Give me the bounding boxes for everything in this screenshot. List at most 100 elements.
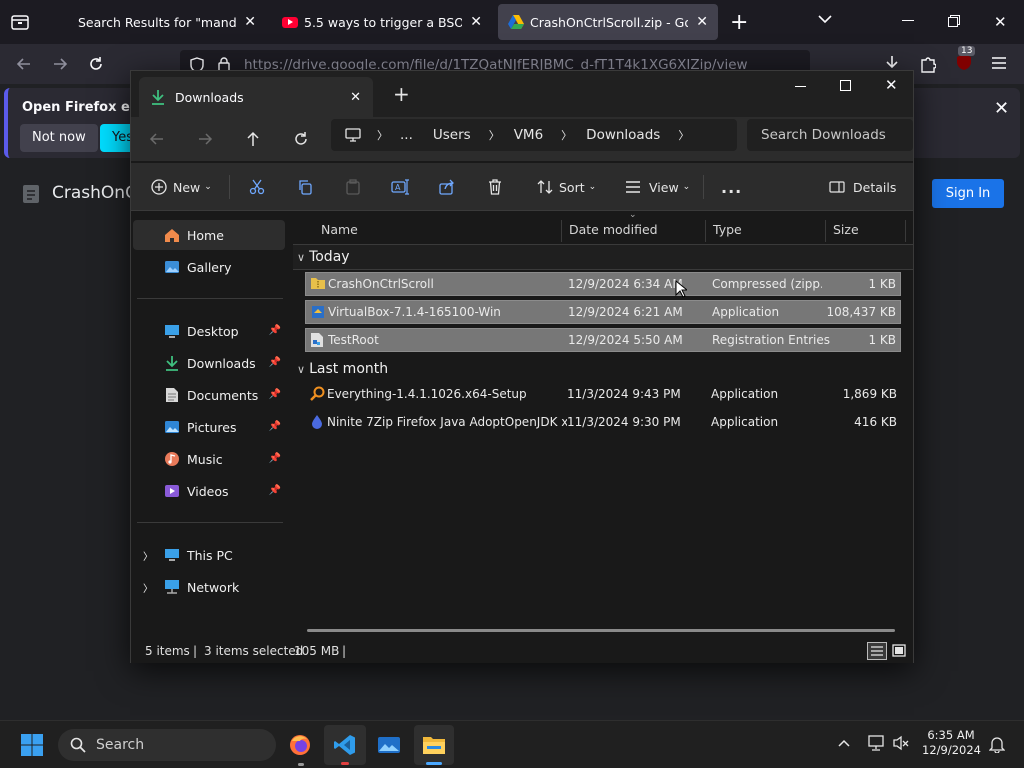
close-window-icon[interactable]: ✕ (885, 76, 898, 94)
sidebar-item-videos[interactable]: Videos 📌 (133, 476, 285, 506)
sort-arrows-icon (537, 179, 553, 195)
sidebar-item-music[interactable]: Music 📌 (133, 444, 285, 474)
pin-icon[interactable]: 📌 (269, 485, 281, 496)
pin-icon[interactable]: 📌 (269, 453, 281, 464)
breadcrumb-users[interactable]: Users (433, 127, 471, 143)
forward-arrow-icon[interactable] (52, 56, 68, 72)
sidebar-item-pictures[interactable]: Pictures 📌 (133, 412, 285, 442)
volume-muted-icon[interactable] (892, 735, 910, 751)
photos-app-icon[interactable] (377, 733, 401, 757)
sidebar-item-desktop[interactable]: Desktop 📌 (133, 316, 285, 346)
file-row[interactable]: VirtualBox-7.1.4-165100-Win 12/9/2024 6:… (305, 300, 901, 324)
breadcrumb-chevron-icon[interactable]: 〉 (489, 127, 500, 143)
tray-overflow-chevron-icon[interactable] (838, 739, 850, 747)
file-row[interactable]: TestRoot 12/9/2024 5:50 AM Registration … (305, 328, 901, 352)
monitor-icon[interactable] (345, 128, 361, 142)
new-tab-button[interactable]: + (393, 82, 410, 106)
cut-icon[interactable] (249, 163, 265, 211)
reload-icon[interactable] (88, 56, 104, 72)
sidebar-item-home[interactable]: Home (133, 220, 285, 250)
vscode-taskbar-button[interactable] (324, 725, 366, 765)
browser-tab[interactable]: 5.5 ways to trigger a BSOD in W ✕ (272, 4, 492, 40)
breadcrumb[interactable]: 〉 ... Users 〉 VM6 〉 Downloads 〉 (331, 119, 737, 151)
selection-size: 105 MB (294, 644, 340, 658)
new-button[interactable]: New ⌄ (151, 163, 212, 211)
rename-icon[interactable]: A (391, 163, 409, 211)
breadcrumb-chevron-icon[interactable]: 〉 (377, 127, 388, 143)
tab-overflow-chevron-icon[interactable] (818, 14, 832, 24)
pin-icon[interactable]: 📌 (269, 325, 281, 336)
browser-tab-active[interactable]: CrashOnCtrlScroll.zip - Google ✕ (498, 4, 718, 40)
breadcrumb-vm6[interactable]: VM6 (514, 127, 543, 143)
close-window-icon[interactable]: ✕ (994, 13, 1007, 31)
close-tab-icon[interactable]: ✕ (696, 14, 708, 30)
breadcrumb-chevron-icon[interactable]: 〉 (678, 127, 689, 143)
group-header-today[interactable]: ∨ Today (293, 244, 913, 270)
column-header-date-modified[interactable]: Date modified (569, 218, 658, 242)
menu-hamburger-icon[interactable] (992, 57, 1006, 69)
close-tab-icon[interactable]: ✕ (470, 14, 482, 30)
details-pane-button[interactable]: Details (829, 163, 896, 211)
breadcrumb-downloads[interactable]: Downloads (586, 127, 660, 143)
horizontal-scrollbar[interactable] (307, 629, 895, 632)
network-tray-icon[interactable] (868, 735, 886, 751)
details-view-icon[interactable] (867, 642, 887, 660)
browser-tab[interactable]: Search Results for "mandrake" ✕ (66, 4, 266, 40)
tab-list-icon[interactable] (10, 12, 30, 32)
share-icon[interactable] (439, 163, 455, 211)
minimize-icon[interactable] (902, 20, 914, 21)
minimize-icon[interactable] (795, 86, 806, 87)
firefox-icon[interactable] (288, 733, 312, 757)
tiles-view-icon[interactable] (891, 643, 907, 659)
sidebar-item-this-pc[interactable]: 〉 This PC (133, 540, 285, 570)
sidebar-item-network[interactable]: 〉 Network (133, 572, 285, 602)
collapse-chevron-icon[interactable]: ∨ (297, 363, 305, 376)
back-arrow-icon[interactable] (149, 131, 165, 147)
delete-trash-icon[interactable] (487, 163, 503, 211)
column-header-type[interactable]: Type (713, 218, 742, 242)
file-row[interactable]: CrashOnCtrlScroll 12/9/2024 6:34 AM Comp… (305, 272, 901, 296)
restore-icon[interactable] (948, 15, 960, 27)
close-tab-icon[interactable]: ✕ (244, 14, 256, 30)
sign-in-button[interactable]: Sign In (932, 179, 1004, 208)
forward-arrow-icon[interactable] (197, 131, 213, 147)
paste-icon[interactable] (345, 163, 361, 211)
copy-icon[interactable] (297, 163, 313, 211)
breadcrumb-chevron-icon[interactable]: 〉 (561, 127, 572, 143)
pin-icon[interactable]: 📌 (269, 421, 281, 432)
close-notification-icon[interactable]: ✕ (994, 98, 1009, 119)
taskbar-search[interactable]: Search (58, 729, 276, 761)
not-now-button[interactable]: Not now (20, 124, 98, 152)
ublock-icon[interactable]: 13 (956, 46, 976, 73)
windows-start-icon[interactable] (20, 733, 44, 757)
pin-icon[interactable]: 📌 (269, 389, 281, 400)
collapse-chevron-icon[interactable]: ∨ (297, 251, 305, 264)
extensions-puzzle-icon[interactable] (920, 55, 936, 73)
file-explorer-taskbar-button[interactable] (414, 725, 454, 765)
file-row[interactable]: Everything-1.4.1.1026.x64-Setup 11/3/202… (305, 383, 901, 407)
maximize-icon[interactable] (840, 80, 851, 91)
expand-chevron-icon[interactable]: 〉 (143, 580, 153, 595)
group-header-last-month[interactable]: ∨ Last month (293, 356, 388, 382)
column-header-size[interactable]: Size (833, 218, 859, 242)
notification-bell-icon[interactable] (989, 735, 1005, 753)
file-row[interactable]: Ninite 7Zip Firefox Java AdoptOpenJDK x.… (305, 411, 901, 435)
view-button[interactable]: View ⌄ (625, 163, 690, 211)
back-arrow-icon[interactable] (16, 56, 32, 72)
new-tab-button[interactable]: + (730, 10, 748, 35)
sidebar-item-gallery[interactable]: Gallery (133, 252, 285, 282)
sidebar-item-downloads[interactable]: Downloads 📌 (133, 348, 285, 378)
expand-chevron-icon[interactable]: 〉 (143, 548, 153, 563)
breadcrumb-overflow[interactable]: ... (400, 127, 413, 143)
up-arrow-icon[interactable] (245, 131, 261, 147)
explorer-tab[interactable]: Downloads ✕ (139, 77, 373, 117)
column-header-name[interactable]: Name (321, 218, 358, 242)
pin-icon[interactable]: 📌 (269, 357, 281, 368)
close-tab-icon[interactable]: ✕ (350, 90, 361, 105)
sidebar-item-documents[interactable]: Documents 📌 (133, 380, 285, 410)
sort-button[interactable]: Sort ⌄ (537, 163, 596, 211)
refresh-icon[interactable] (293, 131, 309, 147)
clock[interactable]: 6:35 AM 12/9/2024 (922, 728, 981, 758)
search-downloads-input[interactable]: Search Downloads (747, 119, 913, 151)
more-options-button[interactable]: ... (721, 163, 742, 211)
